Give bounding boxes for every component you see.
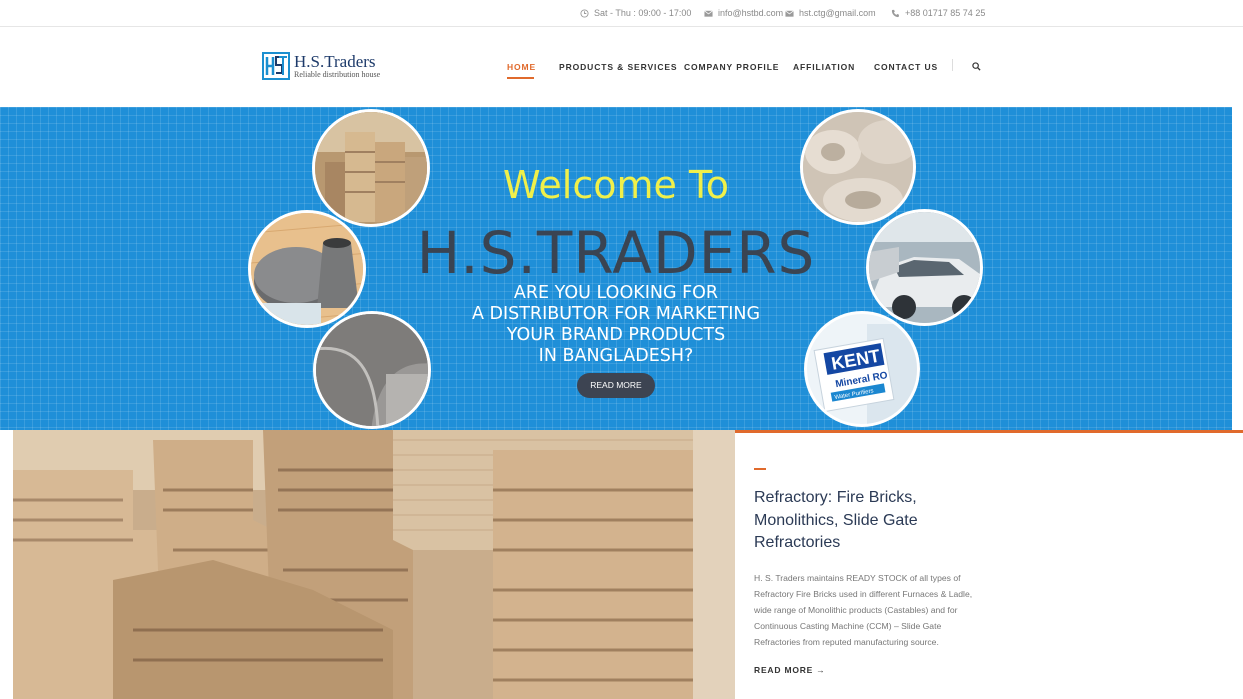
hero-tagline: ARE YOU LOOKING FOR A DISTRIBUTOR FOR MA… (0, 283, 1232, 367)
section-body: H. S. Traders maintains READY STOCK of a… (754, 573, 973, 647)
hours-text: Sat - Thu : 09:00 - 17:00 (594, 8, 692, 18)
search-icon[interactable] (972, 62, 981, 71)
email-primary-text[interactable]: info@hstbd.com (718, 8, 783, 18)
email-secondary[interactable]: hst.ctg@gmail.com (785, 8, 876, 18)
tagline-line: A DISTRIBUTOR FOR MARKETING (471, 304, 761, 324)
email-secondary-text[interactable]: hst.ctg@gmail.com (799, 8, 876, 18)
active-nav-indicator (507, 77, 534, 79)
section-accent-dash (754, 468, 766, 470)
business-hours: Sat - Thu : 09:00 - 17:00 (580, 8, 691, 18)
hero-brand-title: H.S.TRADERS (416, 219, 816, 287)
refractory-bricks-photo (13, 430, 735, 699)
tagline-line: IN BANGLADESH? (538, 346, 694, 366)
phone-number[interactable]: +88 01717 85 74 25 (891, 8, 985, 18)
nav-contact-us[interactable]: CONTACT US (874, 62, 938, 72)
hero-read-more-button[interactable]: READ MORE (577, 373, 655, 398)
logo-tagline: Reliable distribution house (294, 70, 381, 79)
section-accent-line (735, 430, 1243, 433)
top-bar: Sat - Thu : 09:00 - 17:00 info@hstbd.com… (0, 0, 1243, 27)
hst-logo-icon (262, 52, 290, 80)
hero-banner: KENT Mineral RO Water Purifiers Welcome … (0, 107, 1232, 430)
section-read-more-link[interactable]: READ MORE → (754, 665, 826, 675)
hero-welcome-text: Welcome To (503, 163, 729, 207)
envelope-icon (785, 10, 794, 17)
logo-name: H.S.Traders (294, 52, 376, 71)
tagline-line: YOUR BRAND PRODUCTS (506, 325, 726, 345)
nav-home[interactable]: HOME (507, 62, 536, 72)
refractory-bricks-illustration (13, 430, 735, 699)
nav-divider (952, 59, 953, 71)
phone-icon (891, 9, 899, 17)
phone-text[interactable]: +88 01717 85 74 25 (905, 8, 985, 18)
envelope-icon (704, 10, 713, 17)
site-header: H.S.Traders Reliable distribution house … (0, 27, 1243, 107)
email-primary[interactable]: info@hstbd.com (704, 8, 783, 18)
site-logo[interactable]: H.S.Traders Reliable distribution house (262, 52, 380, 80)
clock-icon (580, 8, 589, 18)
nav-company-profile[interactable]: COMPANY PROFILE (684, 62, 779, 72)
nav-products-services[interactable]: PRODUCTS & SERVICES (559, 62, 678, 72)
tagline-line: ARE YOU LOOKING FOR (513, 283, 719, 303)
nav-affiliation[interactable]: AFFILIATION (793, 62, 855, 72)
section-title: Refractory: Fire Bricks, Monolithics, Sl… (754, 489, 918, 551)
